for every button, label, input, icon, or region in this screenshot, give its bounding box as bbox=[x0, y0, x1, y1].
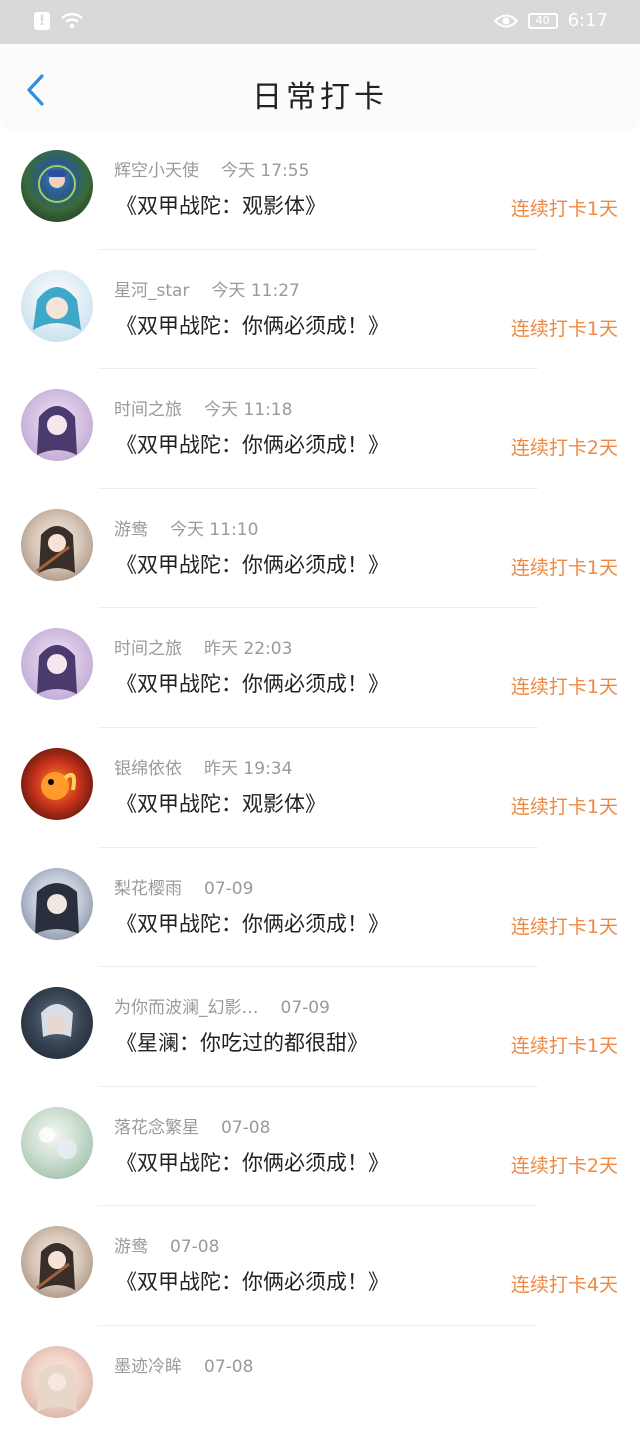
checkin-item[interactable]: 落花念繁星 07-08 《双甲战陀：你俩必须成！》 连续打卡2天 bbox=[0, 1087, 640, 1207]
avatar[interactable] bbox=[21, 150, 93, 222]
checkin-item[interactable]: 为你而波澜_幻影… 07-09 《星澜：你吃过的都很甜》 连续打卡1天 bbox=[0, 967, 640, 1087]
item-meta: 游鸯 今天 11:10 bbox=[114, 515, 258, 540]
item-meta: 时间之旅 今天 11:18 bbox=[114, 395, 292, 420]
streak-badge: 连续打卡2天 bbox=[510, 437, 618, 460]
user-name[interactable]: 墨迹冷眸 bbox=[114, 1357, 182, 1377]
timestamp: 今天 11:18 bbox=[204, 400, 293, 421]
checkin-item[interactable]: 时间之旅 昨天 22:03 《双甲战陀：你俩必须成！》 连续打卡1天 bbox=[0, 608, 640, 728]
status-left: ! bbox=[34, 12, 84, 30]
timestamp: 昨天 22:03 bbox=[204, 639, 293, 660]
battery-icon: 40 bbox=[527, 12, 558, 29]
streak-badge: 连续打卡1天 bbox=[510, 317, 618, 340]
item-meta: 落花念繁星 07-08 bbox=[114, 1113, 270, 1138]
timestamp: 07-08 bbox=[221, 1117, 271, 1138]
item-meta: 星河_star 今天 11:27 bbox=[114, 276, 300, 301]
checkin-item[interactable]: 辉空小天使 今天 17:55 《双甲战陀：观影体》 连续打卡1天 bbox=[0, 130, 640, 250]
page-title: 日常打卡 bbox=[252, 80, 388, 115]
wifi-icon bbox=[61, 12, 83, 29]
avatar[interactable] bbox=[21, 628, 93, 701]
streak-badge: 连续打卡2天 bbox=[510, 1154, 618, 1177]
item-meta: 梨花樱雨 07-09 bbox=[114, 874, 253, 899]
user-name[interactable]: 梨花樱雨 bbox=[114, 879, 182, 899]
item-meta: 时间之旅 昨天 22:03 bbox=[114, 634, 292, 659]
checkin-item[interactable]: 时间之旅 今天 11:18 《双甲战陀：你俩必须成！》 连续打卡2天 bbox=[0, 369, 640, 489]
user-name[interactable]: 辉空小天使 bbox=[114, 161, 199, 181]
avatar[interactable] bbox=[21, 1226, 93, 1299]
timestamp: 今天 11:27 bbox=[211, 280, 300, 301]
user-name[interactable]: 时间之旅 bbox=[114, 400, 182, 420]
streak-badge: 连续打卡1天 bbox=[510, 676, 618, 699]
timestamp: 今天 11:10 bbox=[170, 519, 259, 540]
streak-badge: 连续打卡1天 bbox=[510, 795, 618, 818]
book-title[interactable]: 《双甲战陀：你俩必须成！》 bbox=[116, 310, 389, 340]
checkin-item[interactable]: 梨花樱雨 07-09 《双甲战陀：你俩必须成！》 连续打卡1天 bbox=[0, 848, 640, 968]
header: 日常打卡 bbox=[0, 44, 640, 128]
battery-level: 40 bbox=[535, 14, 550, 27]
timestamp: 今天 17:55 bbox=[221, 161, 310, 181]
streak-badge: 连续打卡1天 bbox=[510, 556, 618, 579]
timestamp: 07-08 bbox=[204, 1356, 254, 1377]
avatar[interactable] bbox=[21, 867, 93, 940]
avatar[interactable] bbox=[21, 389, 93, 462]
alert-icon: ! bbox=[34, 12, 50, 30]
avatar[interactable] bbox=[21, 1345, 93, 1418]
status-right: 40 6:17 bbox=[493, 10, 608, 31]
book-title[interactable]: 《双甲战陀：你俩必须成！》 bbox=[116, 668, 389, 698]
avatar[interactable] bbox=[21, 508, 93, 581]
clock: 6:17 bbox=[567, 10, 608, 31]
item-meta: 游鸯 07-08 bbox=[114, 1232, 219, 1257]
streak-badge: 连续打卡1天 bbox=[510, 915, 618, 938]
streak-badge: 连续打卡1天 bbox=[510, 198, 618, 220]
checkin-item[interactable]: 星河_star 今天 11:27 《双甲战陀：你俩必须成！》 连续打卡1天 bbox=[0, 250, 640, 370]
user-name[interactable]: 游鸯 bbox=[114, 520, 148, 540]
item-meta: 为你而波澜_幻影… 07-09 bbox=[114, 993, 330, 1018]
avatar[interactable] bbox=[21, 1106, 93, 1179]
user-name[interactable]: 银绵依依 bbox=[114, 759, 182, 779]
status-bar: ! 40 6:17 bbox=[0, 0, 640, 44]
avatar[interactable] bbox=[21, 747, 93, 820]
user-name[interactable]: 游鸯 bbox=[114, 1237, 148, 1257]
timestamp: 07-09 bbox=[204, 878, 254, 899]
book-title[interactable]: 《双甲战陀：你俩必须成！》 bbox=[116, 549, 389, 579]
user-name[interactable]: 为你而波澜_幻影… bbox=[114, 998, 259, 1018]
book-title[interactable]: 《双甲战陀：你俩必须成！》 bbox=[116, 1266, 389, 1296]
user-name[interactable]: 星河_star bbox=[114, 281, 189, 301]
item-meta: 辉空小天使 今天 17:55 bbox=[114, 156, 309, 181]
avatar[interactable] bbox=[21, 987, 93, 1060]
checkin-list[interactable]: 辉空小天使 今天 17:55 《双甲战陀：观影体》 连续打卡1天 星河_star 今… bbox=[0, 130, 640, 1446]
book-title[interactable]: 《星澜：你吃过的都很甜》 bbox=[116, 1027, 368, 1057]
checkin-item[interactable]: 银绵依依 昨天 19:34 《双甲战陀：观影体》 连续打卡1天 bbox=[0, 728, 640, 848]
timestamp: 07-08 bbox=[170, 1237, 220, 1258]
streak-badge: 连续打卡4天 bbox=[510, 1274, 618, 1297]
timestamp: 07-09 bbox=[280, 998, 330, 1019]
user-name[interactable]: 时间之旅 bbox=[114, 639, 182, 659]
book-title[interactable]: 《双甲战陀：你俩必须成！》 bbox=[116, 908, 389, 938]
book-title[interactable]: 《双甲战陀：观影体》 bbox=[116, 788, 326, 818]
checkin-item[interactable]: 游鸯 今天 11:10 《双甲战陀：你俩必须成！》 连续打卡1天 bbox=[0, 489, 640, 609]
checkin-item[interactable]: 墨迹冷眸 07-08 bbox=[0, 1326, 640, 1446]
user-name[interactable]: 落花念繁星 bbox=[114, 1118, 199, 1138]
streak-badge: 连续打卡1天 bbox=[510, 1035, 618, 1058]
book-title[interactable]: 《双甲战陀：你俩必须成！》 bbox=[116, 1147, 389, 1177]
book-title[interactable]: 《双甲战陀：观影体》 bbox=[116, 190, 326, 220]
avatar[interactable] bbox=[21, 269, 93, 342]
item-meta: 银绵依依 昨天 19:34 bbox=[114, 754, 292, 779]
checkin-item[interactable]: 游鸯 07-08 《双甲战陀：你俩必须成！》 连续打卡4天 bbox=[0, 1206, 640, 1326]
eye-icon bbox=[493, 14, 518, 27]
book-title[interactable]: 《双甲战陀：你俩必须成！》 bbox=[116, 429, 389, 459]
item-meta: 墨迹冷眸 07-08 bbox=[114, 1352, 253, 1377]
timestamp: 昨天 19:34 bbox=[204, 758, 293, 779]
